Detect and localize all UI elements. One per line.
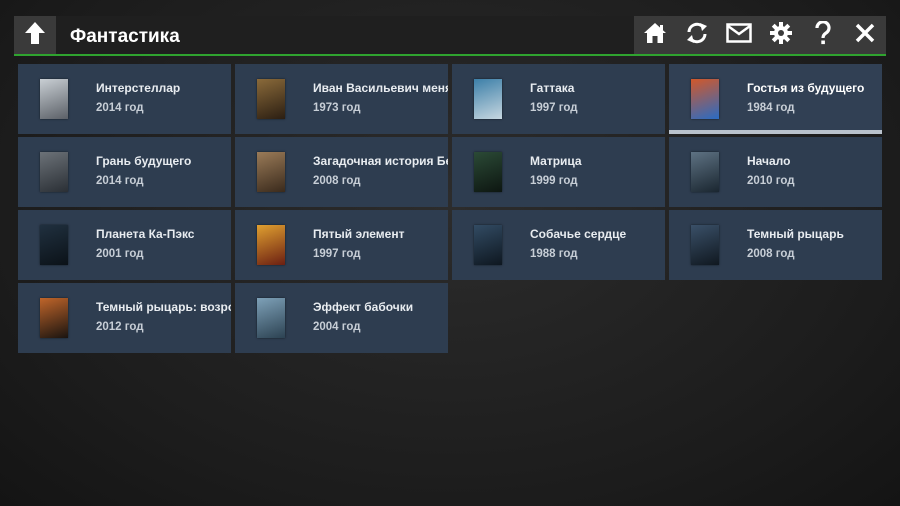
movie-poster [40,225,68,265]
movie-year: 2001 год [96,248,144,260]
movie-tile[interactable]: Иван Васильевич меняет профессию 1973 год [235,64,448,134]
movie-poster [474,79,502,119]
movie-poster [691,225,719,265]
movie-poster [691,152,719,192]
back-button[interactable] [14,16,56,54]
movie-title: Гаттака [530,81,575,95]
movie-tile[interactable]: Планета Ка-Пэкс 2001 год [18,210,231,280]
close-button[interactable] [844,16,886,54]
movie-tile[interactable]: Темный рыцарь 2008 год [669,210,882,280]
movie-year: 1973 год [313,102,361,114]
refresh-button[interactable] [676,16,718,54]
page-title: Фантастика [70,26,180,47]
movie-title: Грань будущего [96,154,192,168]
movie-poster [691,79,719,119]
help-icon [814,19,832,50]
movie-poster [40,152,68,192]
movie-year: 2008 год [313,175,361,187]
movie-tile[interactable]: Эффект бабочки 2004 год [235,283,448,353]
movie-tile[interactable]: Матрица 1999 год [452,137,665,207]
movie-tile[interactable]: Пятый элемент 1997 год [235,210,448,280]
close-icon [854,22,876,49]
movie-tile[interactable]: Грань будущего 2014 год [18,137,231,207]
gear-icon [769,21,793,50]
movie-title: Эффект бабочки [313,300,414,314]
movie-poster [474,152,502,192]
toolbar [634,16,886,54]
movie-year: 1984 год [747,102,795,114]
movie-title: Гостья из будущего [747,81,865,95]
movie-title: Иван Васильевич меняет профессию [313,81,448,95]
movie-title: Матрица [530,154,582,168]
movie-poster [257,152,285,192]
movie-poster [40,79,68,119]
movie-year: 1999 год [530,175,578,187]
movie-year: 2014 год [96,102,144,114]
home-icon [643,22,667,49]
mail-icon [726,22,752,48]
movie-poster [257,298,285,338]
movie-year: 2008 год [747,248,795,260]
movie-grid: Интерстеллар 2014 год Иван Васильевич меня… [18,64,884,353]
movie-title: Начало [747,154,791,168]
movie-tile[interactable]: Темный рыцарь: возрождение легенды 2012 г… [18,283,231,353]
home-button[interactable] [634,16,676,54]
movie-tile[interactable]: Собачье сердце 1988 год [452,210,665,280]
movie-tile[interactable]: Загадочная история Бенджамина Баттона 200… [235,137,448,207]
movie-tile[interactable]: Интерстеллар 2014 год [18,64,231,134]
movie-year: 1988 год [530,248,578,260]
movie-year: 1997 год [530,102,578,114]
back-arrow-icon [24,21,46,50]
movie-tile[interactable]: Гостья из будущего 1984 год [669,64,882,134]
movie-poster [474,225,502,265]
movie-poster [40,298,68,338]
movie-title: Пятый элемент [313,227,405,241]
movie-year: 1997 год [313,248,361,260]
movie-title: Собачье сердце [530,227,627,241]
help-button[interactable] [802,16,844,54]
movie-year: 2014 год [96,175,144,187]
movie-title: Планета Ка-Пэкс [96,227,195,241]
top-bar: Фантастика [14,16,886,56]
movie-title: Темный рыцарь: возрождение легенды [96,300,231,314]
movie-title: Загадочная история Бенджамина Баттона [313,154,448,168]
movie-title: Темный рыцарь [747,227,844,241]
movie-poster [257,225,285,265]
movie-year: 2004 год [313,321,361,333]
refresh-icon [684,21,710,50]
movie-year: 2012 год [96,321,144,333]
settings-button[interactable] [760,16,802,54]
movie-title: Интерстеллар [96,81,181,95]
movie-poster [257,79,285,119]
movie-tile[interactable]: Гаттака 1997 год [452,64,665,134]
mail-button[interactable] [718,16,760,54]
movie-year: 2010 год [747,175,795,187]
movie-tile[interactable]: Начало 2010 год [669,137,882,207]
